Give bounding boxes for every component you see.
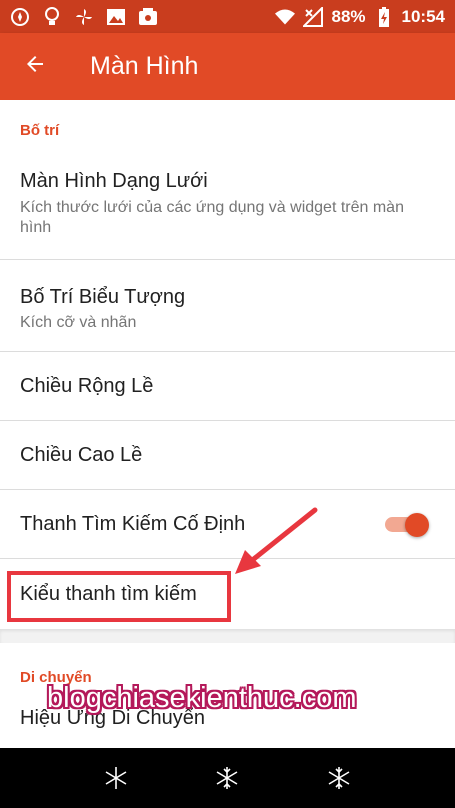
wifi-icon [275, 7, 296, 27]
annotation-arrow-icon [235, 507, 318, 574]
battery-icon [374, 6, 394, 27]
fan-icon [74, 7, 94, 27]
battery-percent: 88% [331, 6, 366, 26]
setting-title: Thanh Tìm Kiếm Cố Định [20, 512, 246, 535]
status-bar: 88% 10:54 [0, 0, 455, 33]
signal-icon [303, 6, 324, 27]
setting-subtitle: Kích cỡ và nhãn [20, 314, 137, 331]
snowflake-back-icon[interactable] [101, 763, 131, 793]
navigation-bar [0, 748, 455, 808]
settings-list[interactable]: Bố trí Màn Hình Dạng Lưới Kích thước lướ… [0, 100, 455, 748]
watermark: blogchiasekienthuc.com [47, 682, 357, 714]
setting-item-icon-layout[interactable]: Bố Trí Biểu Tượng Kích cỡ và nhãn [0, 260, 455, 352]
setting-title: Màn Hình Dạng Lưới [20, 170, 208, 192]
fixed-search-bar-toggle[interactable] [385, 513, 429, 537]
highlight-box [7, 571, 231, 622]
setting-item-margin-width[interactable]: Chiều Rộng Lề [0, 352, 455, 421]
section-divider [0, 629, 455, 643]
clock: 10:54 [401, 6, 445, 26]
setting-title: Bố Trí Biểu Tượng [20, 286, 186, 308]
setting-item-margin-height[interactable]: Chiều Cao Lề [0, 421, 455, 490]
toggle-knob [405, 513, 429, 537]
bulb-icon [42, 6, 62, 27]
page-title: Màn Hình [90, 52, 199, 80]
snowflake-home-icon[interactable] [212, 763, 242, 793]
photo-icon [106, 7, 126, 27]
setting-item-grid[interactable]: Màn Hình Dạng Lưới Kích thước lưới của c… [0, 156, 455, 260]
setting-subtitle: Kích thước lưới của các ứng dụng và widg… [20, 199, 404, 236]
app-icon [138, 7, 158, 27]
setting-title: Chiều Rộng Lề [20, 374, 154, 397]
app-bar: Màn Hình [0, 33, 455, 100]
setting-title: Chiều Cao Lề [20, 443, 143, 466]
compass-icon [10, 7, 30, 27]
back-button[interactable] [0, 33, 70, 100]
snowflake-recents-icon[interactable] [324, 763, 354, 793]
arrow-back-icon [23, 52, 47, 81]
section-header-layout: Bố trí [20, 122, 60, 139]
